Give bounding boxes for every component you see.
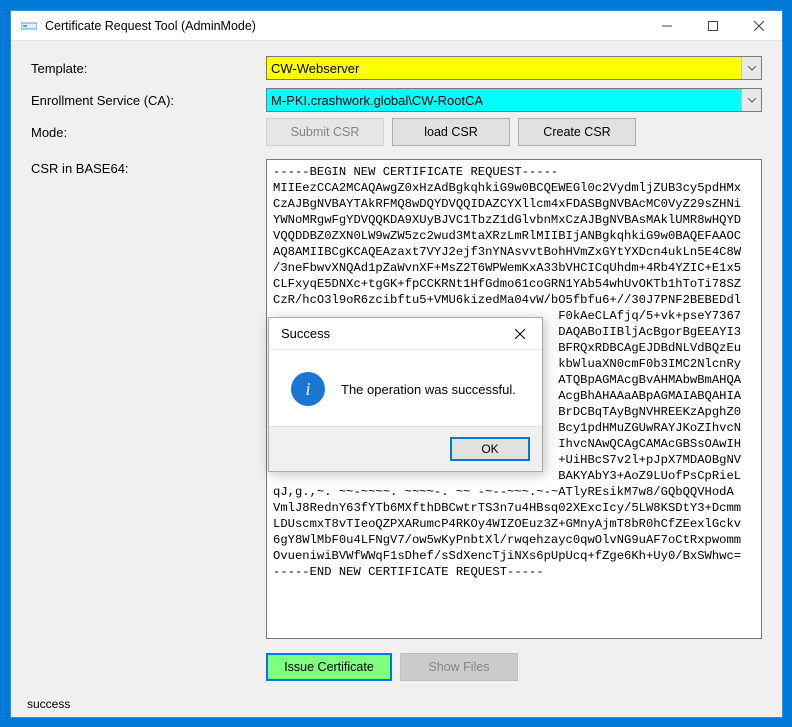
load-csr-button[interactable]: load CSR — [392, 118, 510, 146]
mode-label: Mode: — [31, 125, 266, 140]
main-window: Certificate Request Tool (AdminMode) Tem… — [10, 10, 783, 718]
close-button[interactable] — [736, 11, 782, 41]
dialog-ok-button[interactable]: OK — [450, 437, 530, 461]
enrollment-label: Enrollment Service (CA): — [31, 93, 266, 108]
dialog-message: The operation was successful. — [341, 382, 516, 397]
success-dialog: Success i The operation was successful. … — [268, 317, 543, 472]
template-select-value: CW-Webserver — [271, 61, 359, 76]
csr-label: CSR in BASE64: — [31, 159, 266, 639]
info-icon: i — [291, 372, 325, 406]
chevron-down-icon — [741, 57, 761, 79]
maximize-button[interactable] — [690, 11, 736, 41]
template-label: Template: — [31, 61, 266, 76]
minimize-button[interactable] — [644, 11, 690, 41]
titlebar: Certificate Request Tool (AdminMode) — [11, 11, 782, 41]
dialog-close-button[interactable] — [504, 320, 536, 348]
create-csr-button[interactable]: Create CSR — [518, 118, 636, 146]
enrollment-select[interactable]: M-PKI.crashwork.global\CW-RootCA — [266, 88, 762, 112]
show-files-button: Show Files — [400, 653, 518, 681]
enrollment-select-value: M-PKI.crashwork.global\CW-RootCA — [271, 93, 483, 108]
app-icon — [21, 20, 37, 32]
window-title: Certificate Request Tool (AdminMode) — [45, 19, 644, 33]
dialog-title: Success — [281, 326, 330, 341]
statusbar: success — [11, 689, 782, 717]
issue-certificate-button[interactable]: Issue Certificate — [266, 653, 392, 681]
submit-csr-button: Submit CSR — [266, 118, 384, 146]
template-select[interactable]: CW-Webserver — [266, 56, 762, 80]
chevron-down-icon — [741, 89, 761, 111]
status-text: success — [27, 697, 70, 711]
